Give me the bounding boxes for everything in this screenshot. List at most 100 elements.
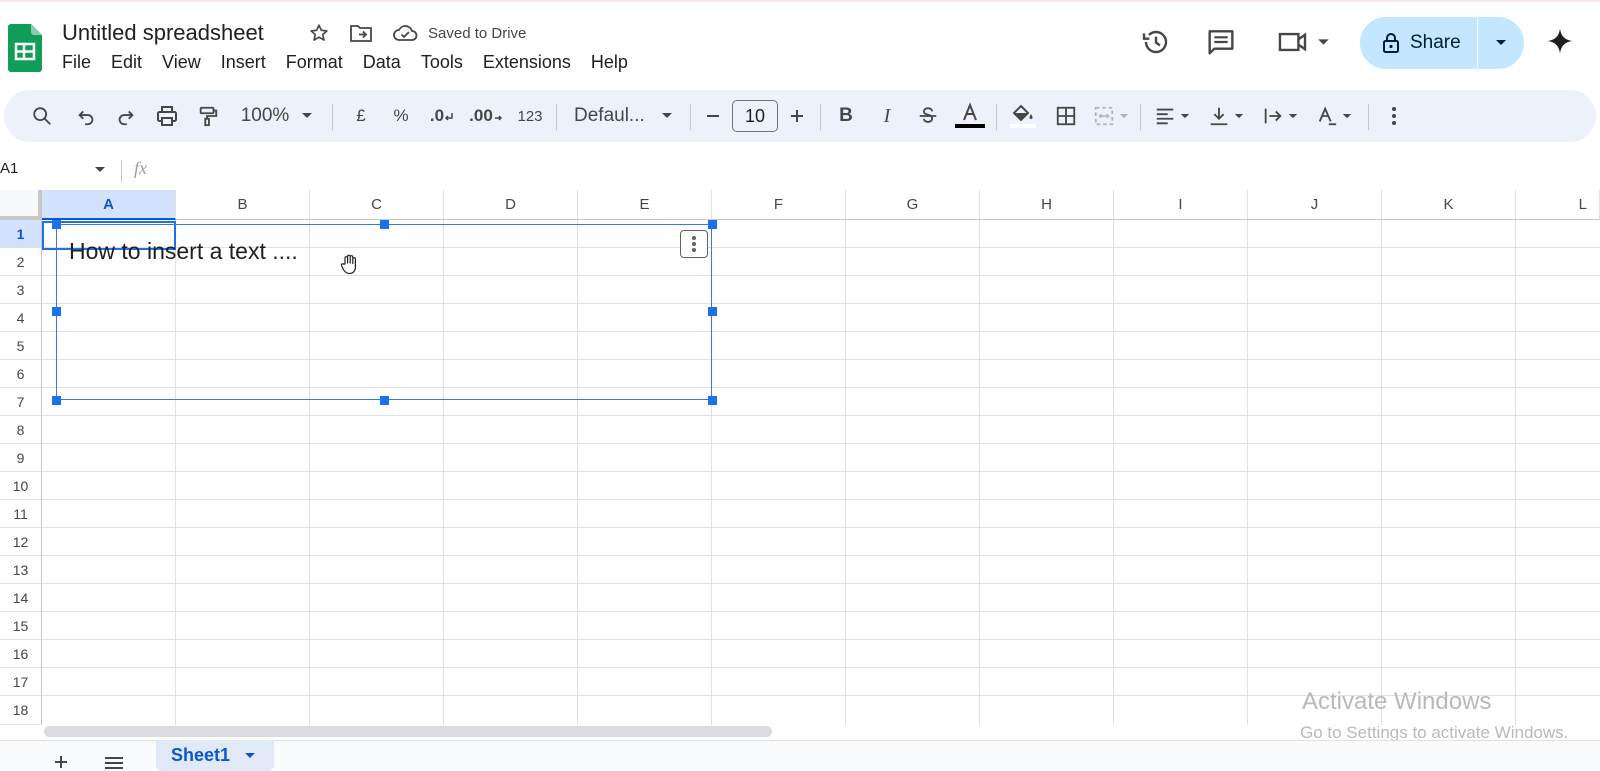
row-header-1[interactable]: 1: [0, 220, 42, 248]
column-header-j[interactable]: J: [1248, 190, 1382, 220]
meet-video-icon[interactable]: [1276, 26, 1334, 58]
vertical-align-button[interactable]: [1200, 90, 1252, 142]
decrease-decimal-button[interactable]: .0: [422, 90, 462, 142]
menu-format[interactable]: Format: [276, 52, 353, 73]
more-options-icon[interactable]: [1376, 90, 1412, 142]
chevron-down-icon: [661, 112, 673, 120]
gridline: [1515, 220, 1516, 725]
horizontal-align-button[interactable]: [1146, 90, 1198, 142]
menu-insert[interactable]: Insert: [211, 52, 276, 73]
redo-icon[interactable]: [108, 90, 144, 142]
resize-handle[interactable]: [52, 396, 61, 405]
merge-cells-button[interactable]: [1089, 90, 1133, 142]
star-icon[interactable]: [308, 22, 330, 44]
resize-handle[interactable]: [708, 220, 717, 229]
select-all-corner[interactable]: [0, 190, 42, 220]
more-formats-button[interactable]: 123: [510, 90, 550, 142]
name-box[interactable]: A1: [0, 160, 18, 177]
zoom-select[interactable]: 100%: [232, 90, 322, 142]
add-sheet-icon[interactable]: [53, 754, 69, 770]
italic-button[interactable]: I: [870, 90, 904, 142]
decrease-font-size-icon[interactable]: [698, 90, 728, 142]
currency-format-button[interactable]: £: [344, 90, 378, 142]
column-header-a[interactable]: A: [42, 190, 176, 220]
column-header-d[interactable]: D: [444, 190, 578, 220]
menu-edit[interactable]: Edit: [101, 52, 152, 73]
share-button[interactable]: Share: [1360, 17, 1524, 69]
drawing-options-icon[interactable]: [680, 230, 708, 258]
column-header-f[interactable]: F: [712, 190, 846, 220]
fill-color-icon[interactable]: [1004, 90, 1040, 142]
column-header-g[interactable]: G: [846, 190, 980, 220]
increase-decimal-button[interactable]: .00: [464, 90, 508, 142]
resize-handle[interactable]: [708, 396, 717, 405]
font-name: Defaul...: [574, 105, 645, 126]
borders-icon[interactable]: [1048, 90, 1084, 142]
all-sheets-icon[interactable]: [104, 756, 124, 770]
formula-input[interactable]: [160, 155, 1600, 185]
resize-handle[interactable]: [380, 220, 389, 229]
text-box-content[interactable]: How to insert a text ....: [69, 238, 298, 265]
column-header-h[interactable]: H: [980, 190, 1114, 220]
sheets-logo-icon[interactable]: [8, 24, 44, 72]
sheet-tab-sheet1[interactable]: Sheet1: [156, 740, 274, 771]
resize-handle[interactable]: [52, 220, 61, 229]
menu-file[interactable]: File: [52, 52, 101, 73]
search-menus-icon[interactable]: [24, 90, 60, 142]
row-header-16[interactable]: 16: [0, 640, 42, 668]
row-header-12[interactable]: 12: [0, 528, 42, 556]
comments-icon[interactable]: [1205, 26, 1237, 58]
horizontal-scrollbar[interactable]: [44, 726, 772, 737]
name-box-dropdown-icon[interactable]: [94, 166, 106, 174]
text-rotation-button[interactable]: [1308, 90, 1360, 142]
column-header-i[interactable]: I: [1114, 190, 1248, 220]
row-header-17[interactable]: 17: [0, 668, 42, 696]
percent-format-button[interactable]: %: [384, 90, 418, 142]
strikethrough-icon[interactable]: [910, 90, 946, 142]
row-header-3[interactable]: 3: [0, 276, 42, 304]
document-title[interactable]: Untitled spreadsheet: [62, 20, 264, 46]
menu-view[interactable]: View: [152, 52, 211, 73]
chevron-down-icon: [1288, 113, 1298, 120]
gemini-sparkle-icon[interactable]: [1546, 26, 1574, 56]
row-header-4[interactable]: 4: [0, 304, 42, 332]
row-header-15[interactable]: 15: [0, 612, 42, 640]
column-header-k[interactable]: K: [1382, 190, 1516, 220]
font-size-input[interactable]: 10: [732, 100, 778, 132]
row-header-10[interactable]: 10: [0, 472, 42, 500]
resize-handle[interactable]: [708, 307, 717, 316]
row-header-8[interactable]: 8: [0, 416, 42, 444]
menu-data[interactable]: Data: [353, 52, 411, 73]
increase-font-size-icon[interactable]: [782, 90, 812, 142]
undo-icon[interactable]: [68, 90, 104, 142]
column-header-c[interactable]: C: [310, 190, 444, 220]
row-header-9[interactable]: 9: [0, 444, 42, 472]
chevron-down-icon[interactable]: [244, 752, 256, 760]
move-to-folder-icon[interactable]: [349, 22, 373, 44]
row-header-7[interactable]: 7: [0, 388, 42, 416]
row-header-18[interactable]: 18: [0, 696, 42, 725]
row-header-13[interactable]: 13: [0, 556, 42, 584]
menu-help[interactable]: Help: [581, 52, 638, 73]
column-header-b[interactable]: B: [176, 190, 310, 220]
menu-tools[interactable]: Tools: [411, 52, 473, 73]
bold-button[interactable]: B: [829, 90, 863, 142]
column-header-e[interactable]: E: [578, 190, 712, 220]
print-icon[interactable]: [149, 90, 185, 142]
menu-extensions[interactable]: Extensions: [473, 52, 581, 73]
toolbar-divider: [690, 104, 691, 130]
row-header-6[interactable]: 6: [0, 360, 42, 388]
column-header-l[interactable]: L: [1516, 190, 1600, 220]
font-select[interactable]: Defaul...: [564, 90, 682, 142]
version-history-icon[interactable]: [1140, 26, 1172, 58]
row-header-14[interactable]: 14: [0, 584, 42, 612]
resize-handle[interactable]: [52, 307, 61, 316]
share-dropdown-icon[interactable]: [1478, 17, 1524, 69]
text-wrapping-button[interactable]: [1254, 90, 1306, 142]
resize-handle[interactable]: [380, 396, 389, 405]
row-header-2[interactable]: 2: [0, 248, 42, 276]
row-header-11[interactable]: 11: [0, 500, 42, 528]
row-header-5[interactable]: 5: [0, 332, 42, 360]
paint-format-icon[interactable]: [190, 90, 226, 142]
text-color-icon[interactable]: [952, 90, 988, 142]
